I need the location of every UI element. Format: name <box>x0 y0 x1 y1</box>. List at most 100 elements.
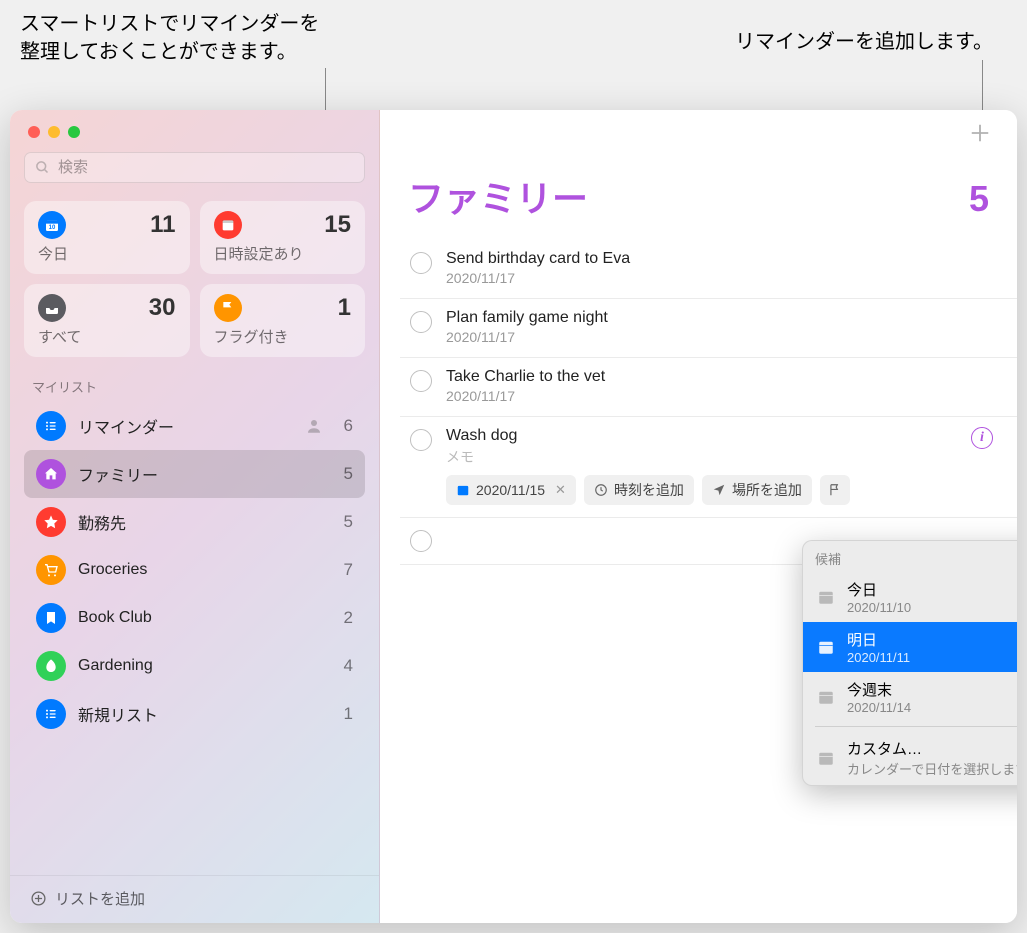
smart-scheduled-label: 日時設定あり <box>214 243 352 264</box>
search-box[interactable] <box>24 152 365 183</box>
calendar-icon <box>817 749 835 767</box>
calendar-icon <box>817 588 835 606</box>
reminder-body: Take Charlie to the vet2020/11/17 <box>446 368 993 404</box>
plus-icon <box>969 122 991 144</box>
sidebar-list-item[interactable]: Gardening 4 <box>24 642 365 690</box>
leaf-icon <box>36 651 66 681</box>
date-value: 2020/11/15 <box>476 482 545 498</box>
info-button[interactable]: i <box>971 427 993 449</box>
tray-icon <box>38 294 66 322</box>
suggestion-custom[interactable]: カスタム… カレンダーで日付を選択します <box>803 731 1017 785</box>
list-name: Groceries <box>78 561 323 579</box>
reminder-actions: 2020/11/15 ✕ 時刻を追加 場所を追加 <box>446 475 957 505</box>
reminder-title: Send birthday card to Eva <box>446 250 993 268</box>
smart-scheduled-count: 15 <box>324 211 351 239</box>
suggestion-label: 今週末 <box>847 679 911 700</box>
add-location-pill[interactable]: 場所を追加 <box>702 475 812 505</box>
sidebar-list-item[interactable]: ファミリー 5 <box>24 450 365 498</box>
smart-today[interactable]: 10 11 今日 <box>24 201 190 274</box>
reminder-date: 2020/11/17 <box>446 388 993 404</box>
flag-pill[interactable] <box>820 475 850 505</box>
minimize-button[interactable] <box>48 126 60 138</box>
search-input[interactable] <box>58 159 354 176</box>
annotation-smartlist: スマートリストでリマインダーを 整理しておくことができます。 <box>20 10 319 66</box>
add-time-pill[interactable]: 時刻を追加 <box>584 475 694 505</box>
reminder-checkbox[interactable] <box>410 252 432 274</box>
suggestion-date: 2020/11/10 <box>847 600 911 615</box>
cart-icon <box>36 555 66 585</box>
clock-icon <box>594 483 608 497</box>
location-icon <box>712 483 726 497</box>
list-count: 2 <box>335 608 353 628</box>
list-name: 新規リスト <box>78 702 323 726</box>
annotations-layer: スマートリストでリマインダーを 整理しておくことができます。 リマインダーを追加… <box>10 10 1017 110</box>
reminder-checkbox[interactable] <box>410 429 432 451</box>
smart-flagged-count: 1 <box>338 294 351 322</box>
reminder-memo[interactable]: メモ <box>446 447 957 467</box>
reminder-body: Plan family game night 2020/11/17 <box>446 309 993 345</box>
annotation-add: リマインダーを追加します。 <box>735 28 993 56</box>
mylist-header: マイリスト <box>24 377 365 396</box>
suggestion-date: 2020/11/14 <box>847 700 911 715</box>
divider <box>815 726 1017 727</box>
suggestion-label: 今日 <box>847 579 911 600</box>
smart-all-label: すべて <box>38 326 176 347</box>
sidebar-list-item[interactable]: Book Club 2 <box>24 594 365 642</box>
maximize-button[interactable] <box>68 126 80 138</box>
suggestion-label: 明日 <box>847 629 910 650</box>
list-count: 5 <box>335 512 353 532</box>
calendar-icon <box>214 211 242 239</box>
sidebar-list-item[interactable]: 勤務先 5 <box>24 498 365 546</box>
reminder-row[interactable]: Take Charlie to the vet2020/11/17 <box>400 358 1017 417</box>
reminder-checkbox[interactable] <box>410 530 432 552</box>
smart-scheduled[interactable]: 15 日時設定あり <box>200 201 366 274</box>
popover-header: 候補 <box>803 541 1017 572</box>
smart-today-label: 今日 <box>38 243 176 264</box>
reminder-checkbox[interactable] <box>410 311 432 333</box>
reminder-date: 2020/11/17 <box>446 270 993 286</box>
suggestion-sub: カレンダーで日付を選択します <box>847 759 1017 778</box>
flag-icon <box>828 483 842 497</box>
flag-icon <box>214 294 242 322</box>
list-count: 5 <box>969 178 989 220</box>
reminder-row[interactable]: Wash dog メモ 2020/11/15 ✕ 時刻を追加 場所を追加 i <box>400 417 1017 518</box>
smart-all[interactable]: 30 すべて <box>24 284 190 357</box>
reminder-title: Wash dog <box>446 427 957 445</box>
reminder-row[interactable]: Send birthday card to Eva 2020/11/17 <box>400 240 1017 299</box>
list-header: ファミリー 5 <box>380 150 1017 240</box>
star-icon <box>36 507 66 537</box>
plus-circle-icon <box>30 890 47 907</box>
add-time-label: 時刻を追加 <box>614 480 684 500</box>
reminder-date: 2020/11/17 <box>446 329 993 345</box>
suggestion-item[interactable]: 今週末 2020/11/14 <box>803 672 1017 722</box>
app-window: 10 11 今日 15 日時設定あり 30 すべて <box>10 110 1017 923</box>
sidebar-list-item[interactable]: Groceries 7 <box>24 546 365 594</box>
suggestion-item[interactable]: 明日 2020/11/11 <box>803 622 1017 672</box>
suggestion-item[interactable]: 今日 2020/11/10 <box>803 572 1017 622</box>
list-icon <box>36 411 66 441</box>
sidebar-list-item[interactable]: 新規リスト 1 <box>24 690 365 738</box>
add-reminder-button[interactable] <box>969 122 997 150</box>
my-lists: リマインダー 6 ファミリー 5 勤務先 5 Groceries 7 Book … <box>24 402 365 875</box>
reminder-checkbox[interactable] <box>410 370 432 392</box>
svg-text:10: 10 <box>49 225 56 231</box>
list-name: 勤務先 <box>78 510 323 534</box>
close-button[interactable] <box>28 126 40 138</box>
smart-flagged[interactable]: 1 フラグ付き <box>200 284 366 357</box>
main-pane: ファミリー 5 Send birthday card to Eva 2020/11… <box>380 110 1017 923</box>
sidebar: 10 11 今日 15 日時設定あり 30 すべて <box>10 110 380 923</box>
list-count: 1 <box>335 704 353 724</box>
search-icon <box>35 160 50 175</box>
list-icon <box>36 699 66 729</box>
date-pill[interactable]: 2020/11/15 ✕ <box>446 475 576 505</box>
clear-date-icon[interactable]: ✕ <box>551 482 566 498</box>
smart-all-count: 30 <box>149 294 176 322</box>
list-name: リマインダー <box>78 414 293 438</box>
sidebar-list-item[interactable]: リマインダー 6 <box>24 402 365 450</box>
smart-flagged-label: フラグ付き <box>214 326 352 347</box>
reminder-row[interactable]: Plan family game night 2020/11/17 <box>400 299 1017 358</box>
list-title: ファミリー <box>408 170 588 222</box>
list-count: 7 <box>335 560 353 580</box>
reminder-title: Plan family game night <box>446 309 993 327</box>
add-list-button[interactable]: リストを追加 <box>10 875 379 923</box>
